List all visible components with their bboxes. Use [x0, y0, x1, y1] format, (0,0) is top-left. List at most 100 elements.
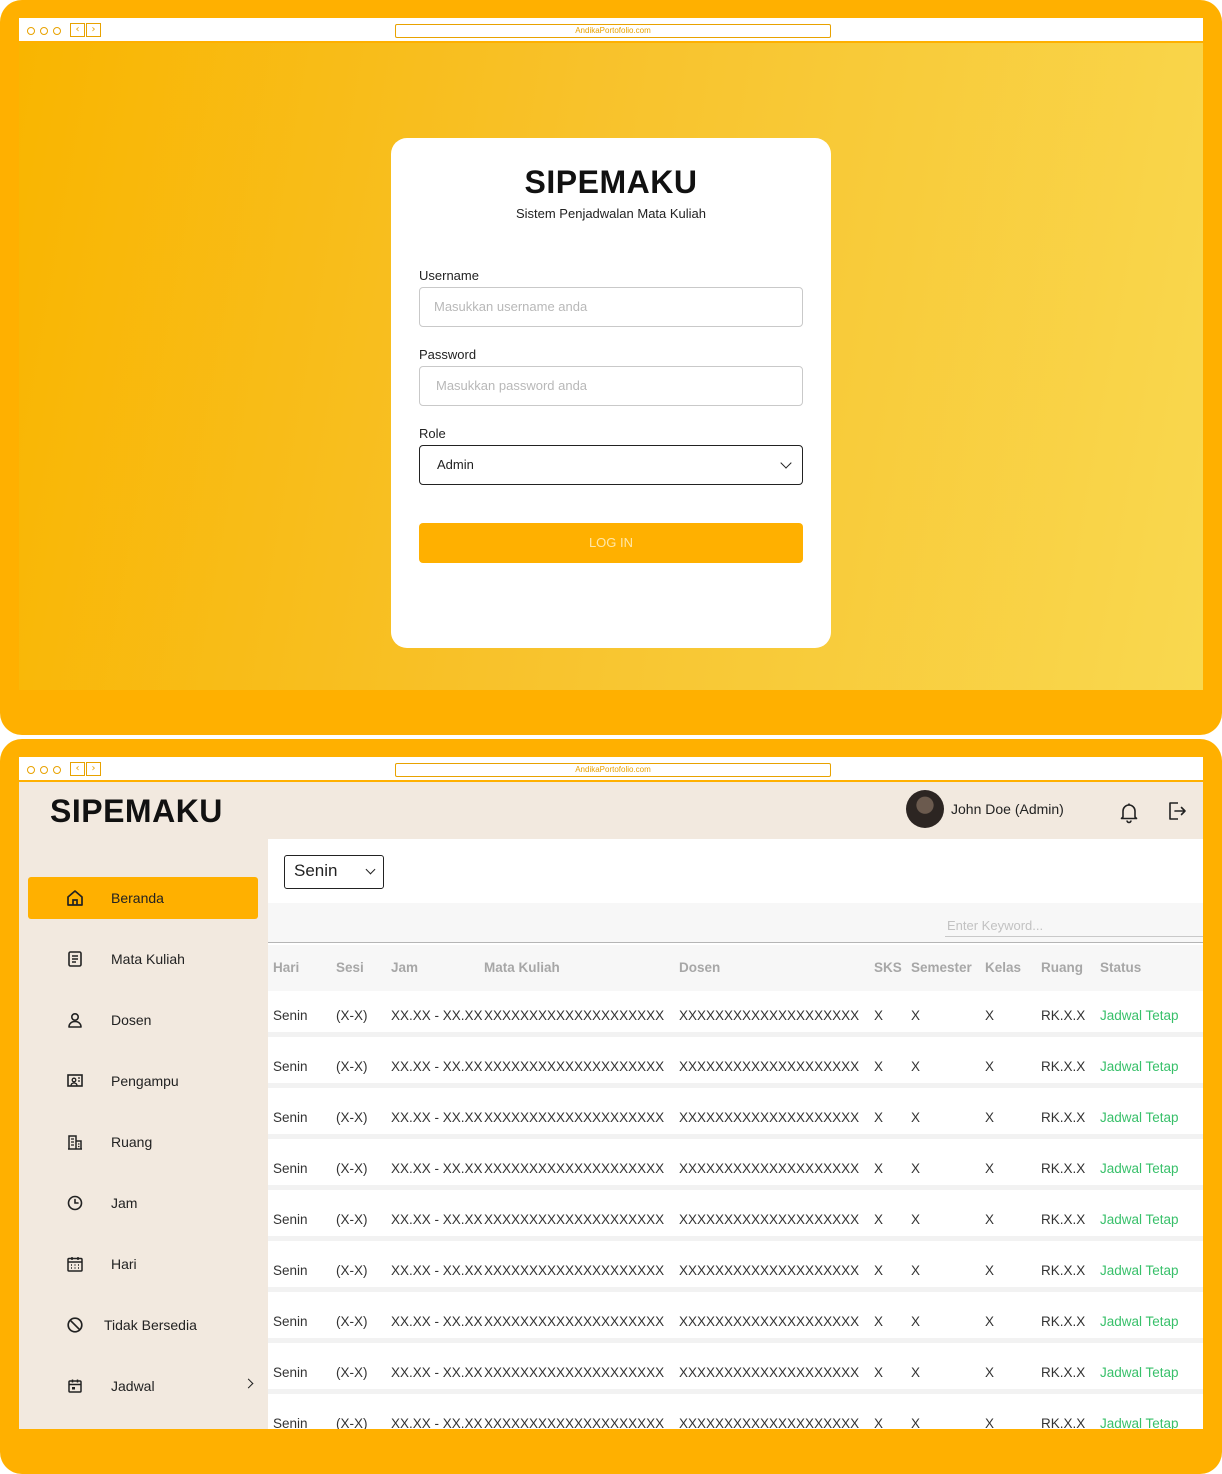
sidebar-item-mata-kuliah[interactable]: Mata Kuliah: [28, 938, 258, 980]
table-row[interactable]: Senin (X-X) XX.XX - XX.XX XXXXXXXXXXXXXXXXX…: [268, 1093, 1203, 1139]
column-header-status[interactable]: Status: [1100, 960, 1141, 975]
cell-status[interactable]: Jadwal Tetap: [1100, 1110, 1179, 1125]
column-header-jam[interactable]: Jam: [391, 960, 418, 975]
cell-sks: X: [874, 1314, 884, 1329]
table-row[interactable]: Senin (X-X) XX.XX - XX.XX XXXXXXXXXXXXXXXXX…: [268, 1297, 1203, 1343]
table-row[interactable]: Senin (X-X) XX.XX - XX.XX XXXXXXXXXXXXXXXXX…: [268, 1246, 1203, 1292]
sidebar-item-jam[interactable]: Jam: [28, 1182, 258, 1224]
login-screen-frame: ‹ › AndikaPortofolio.com SIPEMAKU Sistem…: [0, 0, 1222, 735]
role-value: Admin: [437, 457, 474, 472]
sidebar-item-tidak-bersedia[interactable]: Tidak Bersedia: [28, 1304, 258, 1346]
cell-dosen: XXXXXXXXXXXXXXXXXXXX: [679, 1008, 860, 1023]
back-icon[interactable]: ‹: [70, 762, 85, 776]
table-row[interactable]: Senin (X-X) XX.XX - XX.XX XXXXXXXXXXXXXXXXX…: [268, 1348, 1203, 1394]
cell-status[interactable]: Jadwal Tetap: [1100, 1365, 1179, 1380]
brand-logo[interactable]: SIPEMAKU: [50, 793, 223, 830]
window-dot-icon: [40, 27, 48, 35]
cell-dosen: XXXXXXXXXXXXXXXXXXXX: [679, 1365, 860, 1380]
cell-jam: XX.XX - XX.XX: [391, 1212, 483, 1227]
forward-icon[interactable]: ›: [86, 23, 101, 37]
column-header-kelas[interactable]: Kelas: [985, 960, 1021, 975]
sidebar-item-beranda[interactable]: Beranda: [28, 877, 258, 919]
role-label: Role: [419, 426, 446, 441]
window-dot-icon: [53, 27, 61, 35]
schedule-icon: [68, 1379, 82, 1393]
cell-sks: X: [874, 1110, 884, 1125]
cell-semester: X: [911, 1161, 921, 1176]
address-bar[interactable]: AndikaPortofolio.com: [395, 24, 831, 38]
cell-sesi: (X-X): [336, 1059, 368, 1074]
cell-kelas: X: [985, 1212, 995, 1227]
login-browser-window: ‹ › AndikaPortofolio.com SIPEMAKU Sistem…: [19, 18, 1203, 690]
cell-kelas: X: [985, 1059, 995, 1074]
cell-status[interactable]: Jadwal Tetap: [1100, 1263, 1179, 1278]
password-input[interactable]: Masukkan password anda: [419, 366, 803, 406]
column-header-hari[interactable]: Hari: [273, 960, 299, 975]
cell-dosen: XXXXXXXXXXXXXXXXXXXX: [679, 1314, 860, 1329]
column-header-ruang[interactable]: Ruang: [1041, 960, 1083, 975]
cell-sks: X: [874, 1059, 884, 1074]
username-input[interactable]: Masukkan username anda: [419, 287, 803, 327]
cell-hari: Senin: [273, 1110, 308, 1125]
cell-jam: XX.XX - XX.XX: [391, 1416, 483, 1429]
cell-mata-kuliah: XXXXXXXXXXXXXXXXXXXX: [484, 1008, 665, 1023]
table-header: Hari Sesi Jam Mata Kuliah Dosen SKS Seme…: [268, 945, 1203, 991]
cell-status[interactable]: Jadwal Tetap: [1100, 1161, 1179, 1176]
cell-hari: Senin: [273, 1365, 308, 1380]
login-subtitle: Sistem Penjadwalan Mata Kuliah: [515, 206, 707, 221]
login-button[interactable]: LOG IN: [419, 523, 803, 563]
table-row[interactable]: Senin (X-X) XX.XX - XX.XX XXXXXXXXXXXXXXXXX…: [268, 1042, 1203, 1088]
column-header-mata-kuliah[interactable]: Mata Kuliah: [484, 960, 560, 975]
sidebar-item-ruang[interactable]: Ruang: [28, 1121, 258, 1163]
column-header-sesi[interactable]: Sesi: [336, 960, 364, 975]
sidebar-item-jadwal[interactable]: Jadwal: [28, 1365, 258, 1407]
building-icon: [68, 1135, 82, 1150]
column-header-dosen[interactable]: Dosen: [679, 960, 720, 975]
back-icon[interactable]: ‹: [70, 23, 85, 37]
cell-ruang: RK.X.X: [1041, 1161, 1086, 1176]
table-row[interactable]: Senin (X-X) XX.XX - XX.XX XXXXXXXXXXXXXXXXX…: [268, 1195, 1203, 1241]
sidebar-item-pengampu[interactable]: Pengampu: [28, 1060, 258, 1102]
window-dot-icon: [40, 766, 48, 774]
column-header-sks[interactable]: SKS: [874, 960, 902, 975]
cell-hari: Senin: [273, 1212, 308, 1227]
table-row[interactable]: Senin (X-X) XX.XX - XX.XX XXXXXXXXXXXXXXXXX…: [268, 991, 1203, 1037]
bell-icon[interactable]: [1117, 800, 1141, 824]
forward-icon[interactable]: ›: [86, 762, 101, 776]
cell-ruang: RK.X.X: [1041, 1263, 1086, 1278]
chevron-down-icon: [365, 864, 376, 875]
login-background: SIPEMAKU Sistem Penjadwalan Mata Kuliah …: [19, 43, 1203, 690]
user-name[interactable]: John Doe (Admin): [951, 801, 1064, 817]
browser-chrome: ‹ › AndikaPortofolio.com: [19, 18, 1203, 43]
cell-semester: X: [911, 1365, 921, 1380]
dashboard-screen-frame: ‹ › AndikaPortofolio.com SIPEMAKU John D…: [0, 739, 1222, 1474]
cell-status[interactable]: Jadwal Tetap: [1100, 1314, 1179, 1329]
sidebar-item-hari[interactable]: Hari: [28, 1243, 258, 1285]
cell-dosen: XXXXXXXXXXXXXXXXXXXX: [679, 1263, 860, 1278]
logout-icon[interactable]: [1165, 799, 1189, 823]
cell-mata-kuliah: XXXXXXXXXXXXXXXXXXXX: [484, 1365, 665, 1380]
table-row[interactable]: Senin (X-X) XX.XX - XX.XX XXXXXXXXXXXXXXXXX…: [268, 1144, 1203, 1190]
cell-hari: Senin: [273, 1008, 308, 1023]
cell-sks: X: [874, 1365, 884, 1380]
day-filter-select[interactable]: Senin: [284, 855, 384, 889]
cell-status[interactable]: Jadwal Tetap: [1100, 1008, 1179, 1023]
cell-jam: XX.XX - XX.XX: [391, 1110, 483, 1125]
cell-sesi: (X-X): [336, 1314, 368, 1329]
cell-hari: Senin: [273, 1161, 308, 1176]
role-select[interactable]: Admin: [419, 445, 803, 485]
password-label: Password: [419, 347, 477, 362]
cell-jam: XX.XX - XX.XX: [391, 1161, 483, 1176]
chevron-down-icon: [780, 457, 792, 469]
cell-sesi: (X-X): [336, 1212, 368, 1227]
table-row[interactable]: Senin (X-X) XX.XX - XX.XX XXXXXXXXXXXXXXXXX…: [268, 1399, 1203, 1429]
column-header-semester[interactable]: Semester: [911, 960, 972, 975]
cell-status[interactable]: Jadwal Tetap: [1100, 1212, 1179, 1227]
address-bar[interactable]: AndikaPortofolio.com: [395, 763, 831, 777]
cell-jam: XX.XX - XX.XX: [391, 1059, 483, 1074]
cell-status[interactable]: Jadwal Tetap: [1100, 1416, 1179, 1429]
sidebar-item-dosen[interactable]: Dosen: [28, 999, 258, 1041]
cell-status[interactable]: Jadwal Tetap: [1100, 1059, 1179, 1074]
search-input[interactable]: Enter Keyword...: [945, 915, 1203, 937]
avatar[interactable]: [906, 790, 944, 828]
